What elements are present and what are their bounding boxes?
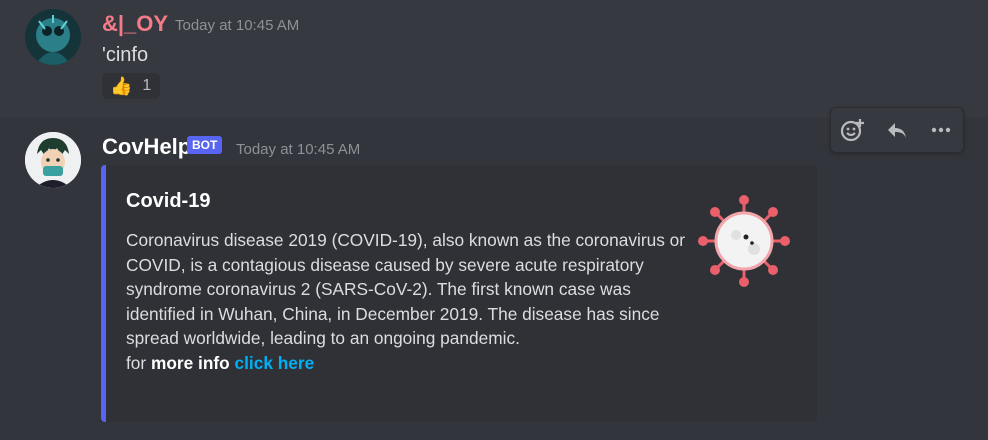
reply-button[interactable] [881,114,913,146]
message-actions-toolbar [830,107,964,153]
add-reaction-button[interactable] [837,114,869,146]
embed-footer-prefix: for [126,352,151,373]
timestamp: Today at 10:45 AM [175,17,300,34]
reaction-count: 1 [142,77,152,94]
more-icon [931,127,951,133]
author-name[interactable]: CovHelp [102,134,191,160]
message-content: 'cinfo [102,44,149,66]
bot-badge: BOT [187,136,223,154]
add-reaction-icon [840,119,864,142]
thumbs-up-icon: 👍 [110,75,133,96]
reply-icon [888,123,906,138]
more-options-button[interactable] [925,114,957,146]
embed-description: Coronavirus disease 2019 (COVID-19), als… [126,228,686,375]
avatar[interactable] [25,9,81,65]
embed-footer-bold: more info [150,352,230,373]
embed-card: Covid-19 Coronavirus disease 2019 (COVID… [101,165,817,422]
avatar[interactable] [25,132,81,188]
embed-title: Covid-19 [126,190,211,212]
embed-description-text: Coronavirus disease 2019 (COVID-19), als… [126,230,686,348]
message-group-2: CovHelp BOT Today at 10:45 AM Covid-19 C… [0,118,988,440]
timestamp: Today at 10:45 AM [236,141,361,158]
message-group-1: &|_OY Today at 10:45 AM 'cinfo 👍 1 [0,0,988,112]
author-name[interactable]: &|_OY [102,11,168,37]
virus-icon [698,195,790,287]
embed-link[interactable]: click here [235,353,315,373]
reaction-thumbs-up[interactable]: 👍 1 [102,73,160,99]
